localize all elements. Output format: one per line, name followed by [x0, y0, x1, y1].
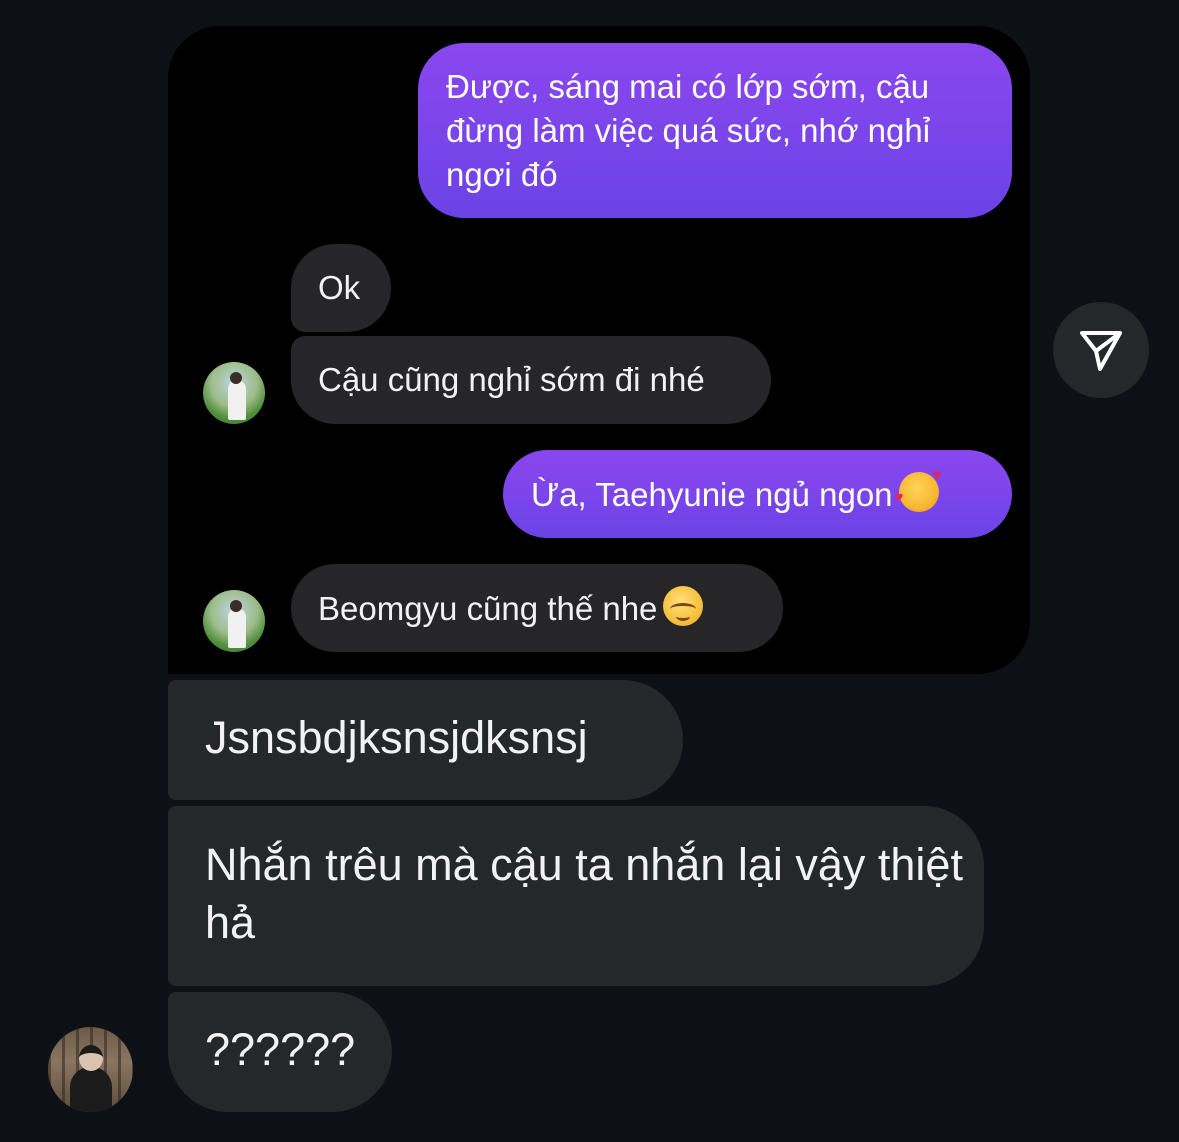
shared-sent-message-2: Ừa, Taehyunie ngủ ngon: [503, 450, 1012, 538]
share-button[interactable]: [1053, 302, 1149, 398]
message-text: ??????: [205, 1024, 356, 1075]
message-text: Ừa, Taehyunie ngủ ngon: [531, 476, 893, 513]
message-text: Được, sáng mai có lớp sớm, cậu đừng làm …: [446, 68, 931, 193]
received-message-3[interactable]: ??????: [168, 992, 392, 1112]
received-message-1[interactable]: Jsnsbdjksnsjdksnsj: [168, 680, 683, 800]
smiling-face-with-hearts-emoji-icon: [895, 468, 942, 512]
message-text: Nhắn trêu mà cậu ta nhắn lại vậy thiệt h…: [205, 839, 963, 948]
contact-avatar: [203, 590, 265, 652]
received-message-2[interactable]: Nhắn trêu mà cậu ta nhắn lại vậy thiệt h…: [168, 806, 984, 986]
paper-plane-icon: [1080, 331, 1122, 371]
shared-received-message-1: Ok: [291, 244, 391, 332]
shared-received-message-2: Cậu cũng nghỉ sớm đi nhé: [291, 336, 771, 424]
message-text: Jsnsbdjksnsjdksnsj: [205, 712, 588, 763]
shared-sent-message-1: Được, sáng mai có lớp sớm, cậu đừng làm …: [418, 43, 1012, 218]
shared-received-message-3: Beomgyu cũng thế nhe: [291, 564, 783, 652]
smiling-face-emoji-icon: [663, 586, 704, 626]
message-text: Cậu cũng nghỉ sớm đi nhé: [318, 361, 705, 398]
contact-avatar: [203, 362, 265, 424]
sender-avatar[interactable]: [48, 1027, 133, 1112]
message-text: Beomgyu cũng thế nhe: [318, 590, 658, 627]
chat-screen: Được, sáng mai có lớp sớm, cậu đừng làm …: [0, 0, 1179, 1142]
message-text: Ok: [318, 269, 361, 306]
